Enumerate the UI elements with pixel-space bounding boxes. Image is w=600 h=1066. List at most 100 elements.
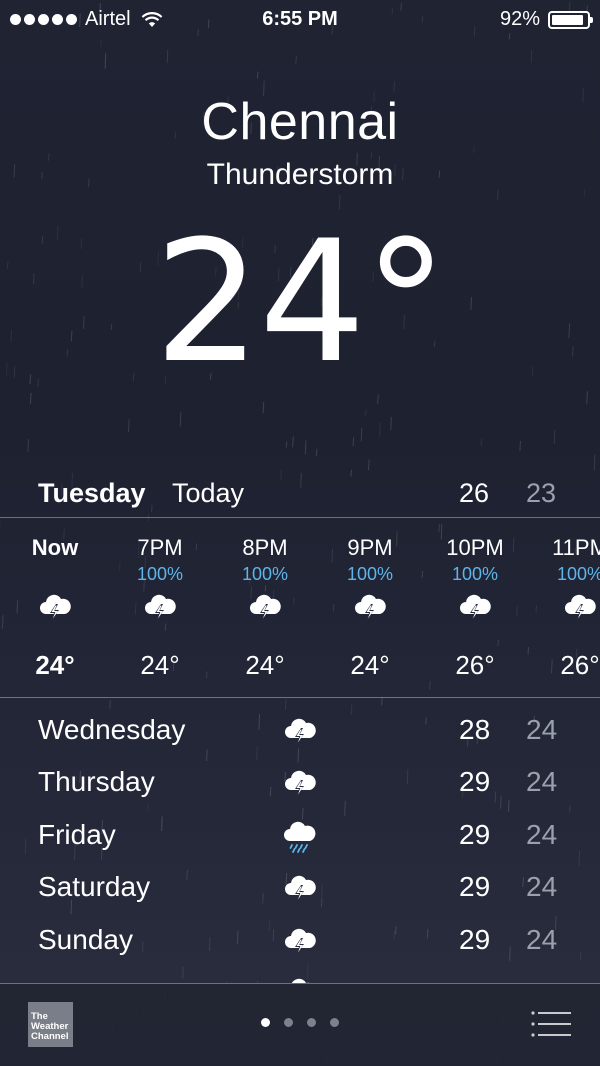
- rain-streak: [361, 428, 362, 442]
- today-low: 23: [526, 478, 556, 509]
- weather-condition: Thunderstorm: [0, 158, 600, 192]
- thunderstorm-icon: [352, 590, 388, 626]
- thunderstorm-icon: [282, 974, 318, 983]
- day-name: Thursday: [38, 766, 155, 798]
- city-name: Chennai: [0, 92, 600, 152]
- day-high: 29: [459, 871, 490, 903]
- hour-time: Now: [10, 535, 100, 561]
- daily-row: Saturday 29 24: [0, 861, 600, 913]
- hour-time: 9PM: [325, 535, 415, 561]
- thunderstorm-icon: [247, 590, 283, 626]
- hour-temp: 26°: [535, 650, 600, 681]
- daily-row: Sunday 29 24: [0, 914, 600, 966]
- day-high: 29: [459, 819, 490, 851]
- rain-streak: [128, 419, 129, 432]
- page-dot[interactable]: [284, 1018, 293, 1027]
- today-label: Today: [172, 478, 244, 509]
- day-name: Wednesday: [38, 714, 185, 746]
- day-high: 29: [459, 766, 490, 798]
- thunderstorm-icon: [562, 590, 598, 626]
- thunderstorm-icon: [282, 924, 318, 960]
- day-name: Saturday: [38, 871, 150, 903]
- rain-streak: [520, 441, 521, 451]
- rain-streak: [167, 50, 168, 64]
- rain-streak: [263, 402, 264, 413]
- page-dot[interactable]: [307, 1018, 316, 1027]
- hour-temp: 24°: [115, 650, 205, 681]
- rain-streak: [531, 50, 532, 63]
- rain-streak: [296, 55, 297, 64]
- rain-streak: [353, 438, 354, 447]
- today-row: Tuesday Today 26 23: [0, 472, 600, 516]
- battery-percent: 92%: [500, 8, 540, 31]
- thunderstorm-icon: [282, 714, 318, 750]
- hour-time: 8PM: [220, 535, 310, 561]
- rain-streak: [554, 430, 555, 444]
- current-temperature-value: 24: [154, 204, 364, 400]
- thunderstorm-icon: [282, 871, 318, 907]
- rain-streak: [101, 40, 102, 47]
- rain-streak: [316, 449, 317, 456]
- hour-temp: 24°: [220, 650, 310, 681]
- daily-forecast[interactable]: Wednesday2824Thursday2924Friday2924Satur…: [0, 698, 600, 983]
- rain-streak: [30, 393, 31, 404]
- hour-time: 11PM: [535, 535, 600, 561]
- hour-temp: 26°: [430, 650, 520, 681]
- hourly-forecast[interactable]: Now 24° 7PM 100% 24° 8PM 100% 24° 9PM 100% 24° 10PM…: [0, 518, 600, 696]
- daily-row: Friday 29 24: [0, 809, 600, 861]
- rain-streak: [286, 442, 287, 448]
- rain-streak: [587, 391, 588, 404]
- bottom-bar: The Weather Channel: [0, 983, 600, 1066]
- hour-temp: 24°: [325, 650, 415, 681]
- rain-streak: [257, 72, 258, 79]
- day-name: Sunday: [38, 924, 133, 956]
- rain-streak: [366, 409, 367, 416]
- daily-row: Thursday 29 24: [0, 756, 600, 808]
- rain-streak: [180, 411, 181, 426]
- precip-chance: 100%: [535, 564, 600, 585]
- status-right: 92%: [500, 8, 590, 31]
- rain-streak: [594, 455, 595, 471]
- rain-cloud-icon: [282, 819, 318, 855]
- day-low: 24: [526, 871, 557, 903]
- day-high: 29: [459, 924, 490, 956]
- day-high: 28: [459, 714, 490, 746]
- rain-streak: [481, 439, 482, 446]
- rain-streak: [391, 417, 392, 431]
- day-name: Friday: [38, 819, 116, 851]
- page-dot[interactable]: [261, 1018, 270, 1027]
- rain-streak: [369, 460, 370, 471]
- degree-symbol: °: [364, 204, 446, 400]
- battery-icon: [548, 11, 590, 29]
- rain-streak: [28, 439, 29, 452]
- thunderstorm-icon: [457, 590, 493, 626]
- precip-chance: 100%: [115, 564, 205, 585]
- rain-streak: [305, 440, 306, 454]
- precip-chance: 100%: [220, 564, 310, 585]
- thunderstorm-icon: [37, 590, 73, 626]
- city-list-icon[interactable]: [530, 1010, 572, 1038]
- rain-streak: [105, 53, 106, 68]
- battery-fill: [552, 15, 583, 25]
- today-high: 26: [459, 478, 489, 509]
- day-low: 24: [526, 766, 557, 798]
- hour-time: 7PM: [115, 535, 205, 561]
- rain-streak: [394, 82, 395, 93]
- day-low: 24: [526, 819, 557, 851]
- day-low: 24: [526, 924, 557, 956]
- hour-time: 10PM: [430, 535, 520, 561]
- status-bar: Airtel 6:55 PM 92%: [0, 0, 600, 40]
- day-low: 24: [526, 714, 557, 746]
- page-dot[interactable]: [330, 1018, 339, 1027]
- page-indicator[interactable]: [0, 1018, 600, 1027]
- rain-streak: [293, 437, 294, 448]
- precip-chance: 100%: [430, 564, 520, 585]
- thunderstorm-icon: [142, 590, 178, 626]
- daily-row: Wednesday 28 24: [0, 704, 600, 756]
- logo-line: Channel: [31, 1032, 71, 1042]
- rain-streak: [380, 422, 381, 436]
- thunderstorm-icon: [282, 766, 318, 802]
- today-day: Tuesday: [38, 478, 146, 509]
- hour-temp: 24°: [10, 650, 100, 681]
- precip-chance: 100%: [325, 564, 415, 585]
